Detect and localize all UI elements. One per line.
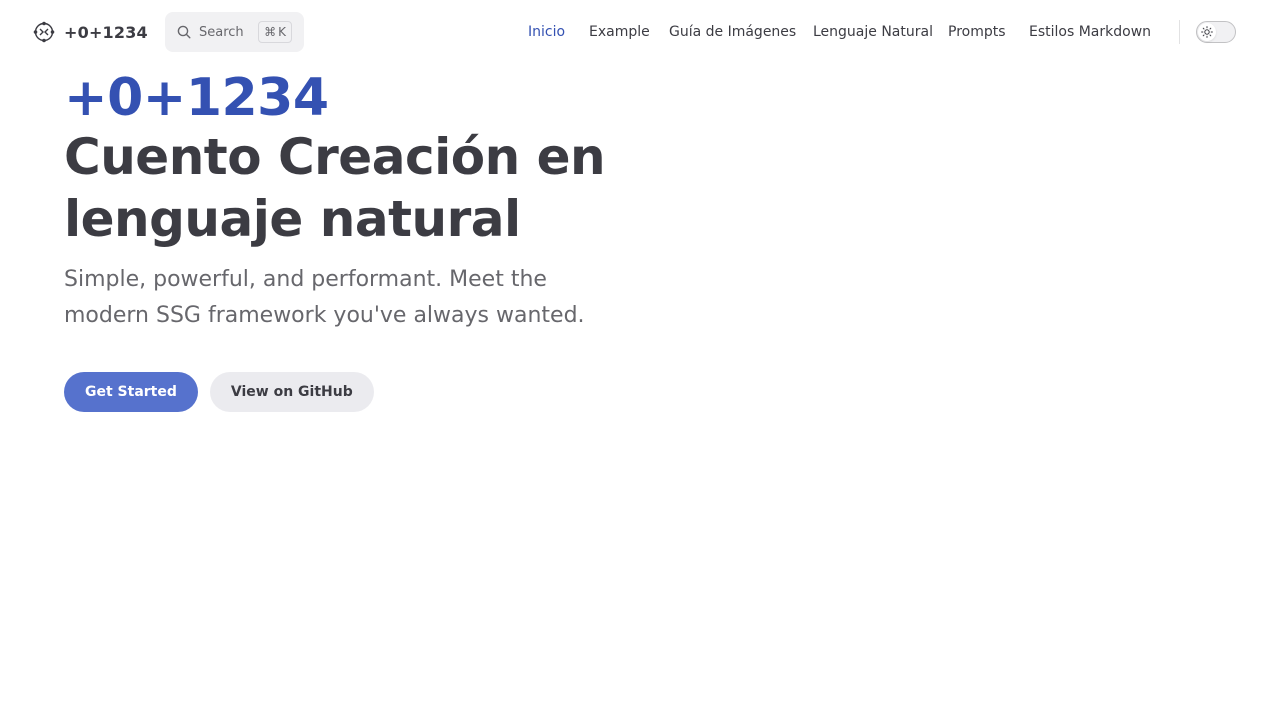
theme-toggle[interactable] bbox=[1196, 21, 1236, 43]
view-on-github-button[interactable]: View on GitHub bbox=[209, 372, 374, 412]
logo-icon bbox=[33, 21, 55, 43]
nav-link-estilos-markdown[interactable]: Estilos Markdown bbox=[1029, 20, 1151, 44]
hero-section: +0+1234 Cuento Creación en lenguaje natu… bbox=[64, 66, 664, 334]
hero-name: +0+1234 bbox=[64, 68, 329, 128]
sun-icon bbox=[1201, 26, 1213, 38]
hero-tagline: Simple, powerful, and performant. Meet t… bbox=[64, 267, 585, 328]
command-key: ⌘ bbox=[264, 25, 277, 39]
search-shortcut: ⌘ K bbox=[258, 21, 292, 43]
nav-link-example[interactable]: Example bbox=[589, 20, 650, 44]
top-nav: +0+1234 Search ⌘ K Inicio Example Guía d… bbox=[0, 0, 1280, 64]
get-started-button[interactable]: Get Started bbox=[64, 372, 198, 412]
nav-link-inicio[interactable]: Inicio bbox=[528, 20, 565, 44]
search-button[interactable]: Search ⌘ K bbox=[165, 12, 304, 52]
hero-text-line-2: lenguaje natural bbox=[64, 190, 521, 248]
k-key: K bbox=[278, 25, 286, 39]
site-brand-link[interactable]: +0+1234 bbox=[32, 20, 148, 44]
hero-actions: Get Started View on GitHub bbox=[64, 372, 374, 412]
theme-toggle-knob bbox=[1198, 23, 1216, 41]
nav-link-lenguaje-natural[interactable]: Lenguaje Natural bbox=[813, 20, 933, 44]
nav-link-guia-imagenes[interactable]: Guía de Imágenes bbox=[669, 20, 796, 44]
hero-heading: +0+1234 Cuento Creación en lenguaje natu… bbox=[64, 66, 664, 250]
site-title: +0+1234 bbox=[64, 22, 148, 42]
hero-text-line-1: Cuento Creación en bbox=[64, 128, 606, 186]
nav-divider bbox=[1179, 20, 1180, 44]
search-label: Search bbox=[199, 24, 244, 40]
nav-link-prompts[interactable]: Prompts bbox=[948, 20, 1006, 44]
search-icon bbox=[177, 25, 191, 39]
